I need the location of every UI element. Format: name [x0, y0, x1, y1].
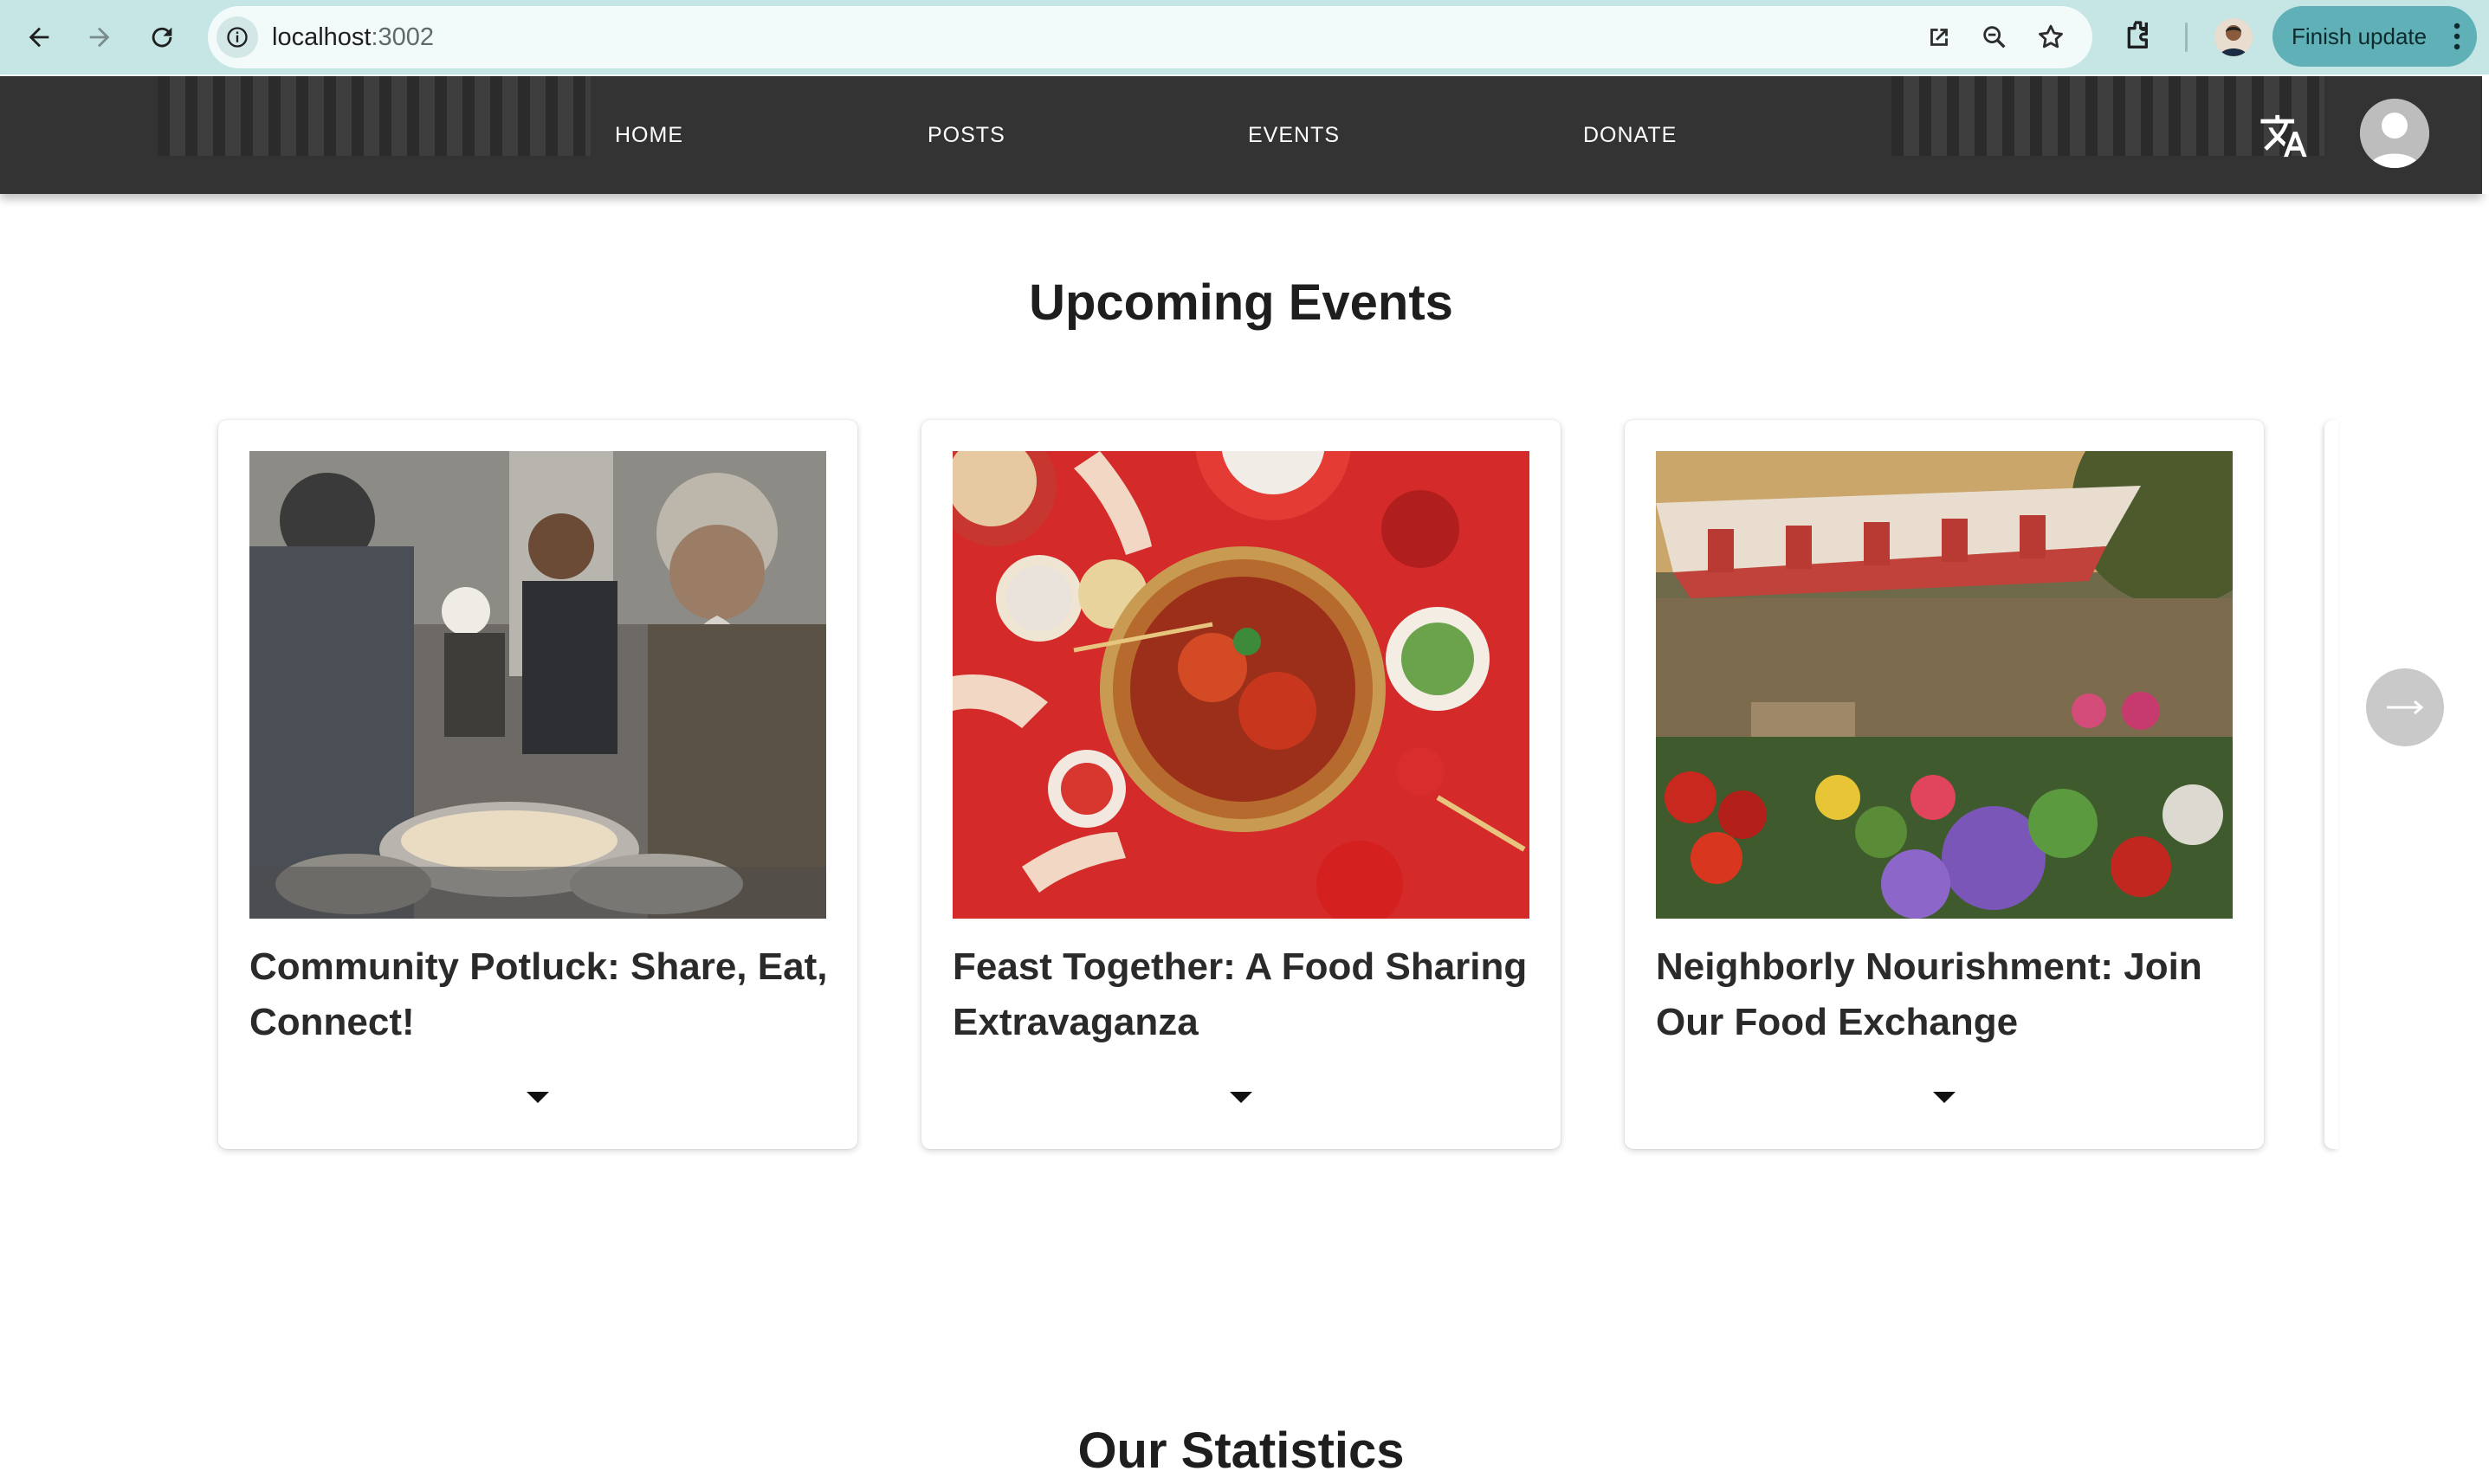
event-card[interactable]: Community Potluck: Share, Eat, Connect! [218, 420, 857, 1149]
nav-home[interactable]: HOME [615, 123, 683, 148]
event-title: Neighborly Nourishment: Join Our Food Ex… [1656, 945, 2202, 1043]
nav-events[interactable]: EVENTS [1248, 123, 1340, 148]
zoom-icon[interactable] [1980, 23, 2009, 52]
profile-avatar-icon[interactable] [2214, 18, 2253, 56]
url-host: localhost [272, 23, 372, 51]
carousel-next-button[interactable] [2366, 668, 2444, 746]
toolbar-separator [2185, 23, 2188, 52]
forward-arrow-icon[interactable] [78, 16, 121, 59]
bookmark-star-icon[interactable] [2036, 23, 2066, 52]
event-image-market [1656, 451, 2233, 919]
reload-icon[interactable] [140, 16, 184, 59]
event-card-partial[interactable] [2324, 420, 2338, 1149]
url-text: localhost:3002 [272, 6, 434, 68]
statistics-heading: Our Statistics [1077, 1423, 1405, 1479]
info-icon[interactable] [217, 16, 258, 58]
back-arrow-icon[interactable] [17, 16, 61, 59]
expand-caret-icon[interactable] [527, 1092, 549, 1103]
expand-caret-icon[interactable] [1230, 1092, 1252, 1103]
address-bar[interactable]: localhost:3002 [208, 6, 2092, 68]
event-image-potluck [249, 451, 826, 919]
nav-posts[interactable]: POSTS [928, 123, 1005, 148]
events-heading: Upcoming Events [1029, 274, 1453, 331]
url-port: :3002 [371, 23, 435, 51]
event-card[interactable]: Neighborly Nourishment: Join Our Food Ex… [1625, 420, 2264, 1149]
finish-update-button[interactable]: Finish update [2272, 6, 2477, 67]
event-title: Community Potluck: Share, Eat, Connect! [249, 945, 828, 1043]
event-card[interactable]: Feast Together: A Food Sharing Extravaga… [921, 420, 1561, 1149]
translate-icon[interactable] [2259, 111, 2309, 161]
extensions-icon[interactable] [2122, 18, 2156, 53]
nav-donate[interactable]: DONATE [1583, 123, 1677, 148]
open-external-icon[interactable] [1924, 23, 1954, 52]
header-decoration-left [158, 76, 591, 156]
user-avatar[interactable] [2360, 99, 2429, 168]
browser-toolbar: localhost:3002 Finish update [0, 0, 2489, 74]
event-title: Feast Together: A Food Sharing Extravaga… [953, 945, 1528, 1043]
finish-update-label: Finish update [2292, 23, 2428, 49]
arrow-right-icon [2387, 700, 2424, 715]
event-image-feast [953, 451, 1529, 919]
more-vert-icon[interactable] [2453, 22, 2461, 51]
header-edge [2482, 76, 2489, 194]
site-header: HOME POSTS EVENTS DONATE [0, 76, 2482, 194]
expand-caret-icon[interactable] [1933, 1092, 1956, 1103]
